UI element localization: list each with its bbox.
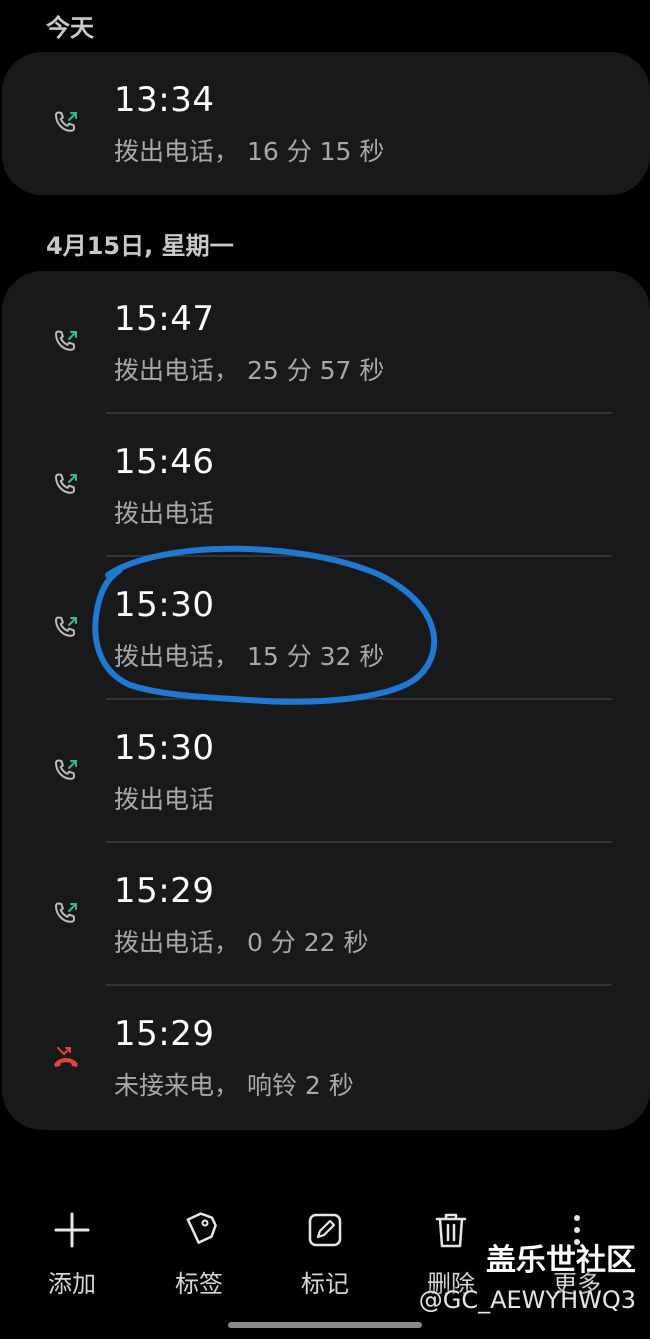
call-row[interactable]: 15:30 拨出电话， 15 分 32 秒 <box>2 557 650 700</box>
call-detail: 拨出电话， 25 分 57 秒 <box>114 356 385 385</box>
call-detail: 拨出电话 <box>114 499 215 528</box>
call-time: 15:47 <box>114 299 215 339</box>
watermark-handle: @GC_AEWYHWQ3 <box>418 1286 636 1314</box>
call-detail: 拨出电话， 15 分 32 秒 <box>114 642 385 671</box>
mark-button[interactable]: 标记 <box>270 1210 380 1299</box>
call-detail: 未接来电， 响铃 2 秒 <box>114 1071 354 1100</box>
call-time: 15:29 <box>114 871 215 911</box>
call-time: 13:34 <box>114 80 215 120</box>
missed-call-icon <box>54 1046 78 1067</box>
call-time: 15:46 <box>114 442 215 482</box>
call-row[interactable]: 15:46 拨出电话 <box>2 414 650 557</box>
section-header-today: 今天 <box>46 14 94 42</box>
outgoing-call-icon <box>55 759 77 780</box>
trash-icon <box>435 1213 467 1248</box>
mark-label: 标记 <box>301 1270 349 1298</box>
call-detail: 拨出电话， 0 分 22 秒 <box>114 928 369 957</box>
tag-icon <box>186 1212 217 1244</box>
outgoing-call-icon <box>55 902 77 923</box>
earlier-call-card: 15:47 拨出电话， 25 分 57 秒 15:46 拨出电话 15:30 拨… <box>2 271 650 1130</box>
call-log-screen: 今天 13:34 拨出电话， 16 分 15 秒 4月15日, 星期一 15:4… <box>0 0 650 1339</box>
add-label: 添加 <box>48 1270 96 1298</box>
outgoing-call-icon <box>55 473 77 494</box>
call-row[interactable]: 13:34 拨出电话， 16 分 15 秒 <box>2 52 650 195</box>
call-detail: 拨出电话， 16 分 15 秒 <box>114 137 385 166</box>
call-row[interactable]: 15:47 拨出电话， 25 分 57 秒 <box>2 271 650 414</box>
call-detail: 拨出电话 <box>114 785 215 814</box>
tag-button[interactable]: 标签 <box>144 1210 254 1299</box>
call-row[interactable]: 15:29 拨出电话， 0 分 22 秒 <box>2 843 650 986</box>
section-header-date: 4月15日, 星期一 <box>46 232 234 260</box>
outgoing-call-icon <box>55 616 77 637</box>
plus-icon <box>54 1212 90 1248</box>
call-time: 15:30 <box>114 585 215 625</box>
tag-label: 标签 <box>175 1270 223 1298</box>
outgoing-call-icon <box>55 111 77 132</box>
edit-icon <box>308 1213 342 1247</box>
add-button[interactable]: 添加 <box>17 1210 127 1299</box>
home-indicator[interactable] <box>228 1322 422 1328</box>
call-time: 15:30 <box>114 728 215 768</box>
watermark-brand: 盖乐世社区 <box>486 1243 636 1278</box>
call-row[interactable]: 15:29 未接来电， 响铃 2 秒 <box>2 986 650 1129</box>
call-time: 15:29 <box>114 1014 215 1054</box>
outgoing-call-icon <box>55 330 77 351</box>
today-call-card: 13:34 拨出电话， 16 分 15 秒 <box>2 52 650 195</box>
call-row[interactable]: 15:30 拨出电话 <box>2 700 650 843</box>
